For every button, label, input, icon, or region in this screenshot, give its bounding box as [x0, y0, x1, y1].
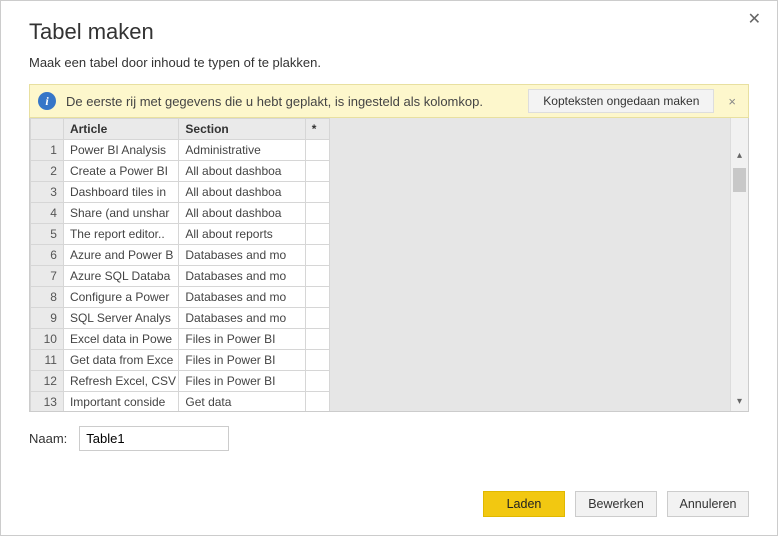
table-row[interactable]: 5The report editor..All about reports — [31, 224, 330, 245]
section-cell[interactable]: All about reports — [179, 224, 305, 245]
row-number-cell: 7 — [31, 266, 64, 287]
button-row: Laden Bewerken Annuleren — [29, 469, 749, 517]
row-number-cell: 12 — [31, 371, 64, 392]
table-row[interactable]: 9SQL Server AnalysDatabases and mo — [31, 308, 330, 329]
article-cell[interactable]: Power BI Analysis — [63, 140, 178, 161]
section-cell[interactable]: Databases and mo — [179, 245, 305, 266]
row-number-cell: 9 — [31, 308, 64, 329]
section-cell[interactable]: Administrative — [179, 140, 305, 161]
row-number-cell: 1 — [31, 140, 64, 161]
table-row[interactable]: 13Important consideGet data — [31, 392, 330, 412]
row-number-cell: 5 — [31, 224, 64, 245]
empty-cell[interactable] — [305, 182, 329, 203]
article-cell[interactable]: Azure and Power B — [63, 245, 178, 266]
section-cell[interactable]: Databases and mo — [179, 266, 305, 287]
empty-cell[interactable] — [305, 287, 329, 308]
section-cell[interactable]: Databases and mo — [179, 308, 305, 329]
table-row[interactable]: 8Configure a PowerDatabases and mo — [31, 287, 330, 308]
cancel-button[interactable]: Annuleren — [667, 491, 749, 517]
empty-cell[interactable] — [305, 161, 329, 182]
section-cell[interactable]: Files in Power BI — [179, 371, 305, 392]
article-cell[interactable]: Azure SQL Databa — [63, 266, 178, 287]
article-cell[interactable]: Share (and unshar — [63, 203, 178, 224]
section-cell[interactable]: All about dashboa — [179, 203, 305, 224]
empty-cell[interactable] — [305, 203, 329, 224]
article-cell[interactable]: Important conside — [63, 392, 178, 412]
empty-cell[interactable] — [305, 140, 329, 161]
article-cell[interactable]: The report editor.. — [63, 224, 178, 245]
table-row[interactable]: 1Power BI AnalysisAdministrative — [31, 140, 330, 161]
empty-cell[interactable] — [305, 266, 329, 287]
row-number-cell: 6 — [31, 245, 64, 266]
row-number-cell: 2 — [31, 161, 64, 182]
section-cell[interactable]: Get data — [179, 392, 305, 412]
table-row[interactable]: 11Get data from ExceFiles in Power BI — [31, 350, 330, 371]
table-container: Article Section * 1Power BI AnalysisAdmi… — [29, 118, 749, 412]
row-number-header — [31, 119, 64, 140]
article-cell[interactable]: Dashboard tiles in — [63, 182, 178, 203]
table-row[interactable]: 4Share (and unsharAll about dashboa — [31, 203, 330, 224]
table-row[interactable]: 10Excel data in PoweFiles in Power BI — [31, 329, 330, 350]
column-header-article[interactable]: Article — [63, 119, 178, 140]
undo-headers-button[interactable]: Kopteksten ongedaan maken — [528, 89, 714, 113]
article-cell[interactable]: Get data from Exce — [63, 350, 178, 371]
article-cell[interactable]: Configure a Power — [63, 287, 178, 308]
scrollbar-thumb[interactable] — [733, 168, 746, 192]
article-cell[interactable]: Excel data in Powe — [63, 329, 178, 350]
section-cell[interactable]: Files in Power BI — [179, 329, 305, 350]
dialog-title: Tabel maken — [29, 19, 749, 45]
section-cell[interactable]: Files in Power BI — [179, 350, 305, 371]
scroll-down-icon[interactable]: ▾ — [731, 394, 748, 409]
column-header-add[interactable]: * — [305, 119, 329, 140]
empty-cell[interactable] — [305, 224, 329, 245]
scroll-up-icon[interactable]: ▴ — [731, 148, 748, 163]
table-scroll-area[interactable]: Article Section * 1Power BI AnalysisAdmi… — [30, 118, 730, 411]
table-row[interactable]: 2Create a Power BIAll about dashboa — [31, 161, 330, 182]
edit-button[interactable]: Bewerken — [575, 491, 657, 517]
article-cell[interactable]: Refresh Excel, CSV — [63, 371, 178, 392]
empty-cell[interactable] — [305, 308, 329, 329]
info-close-icon[interactable]: × — [724, 94, 740, 109]
article-cell[interactable]: SQL Server Analys — [63, 308, 178, 329]
table-row[interactable]: 7Azure SQL DatabaDatabases and mo — [31, 266, 330, 287]
row-number-cell: 13 — [31, 392, 64, 412]
info-icon: i — [38, 92, 56, 110]
article-cell[interactable]: Create a Power BI — [63, 161, 178, 182]
dialog-subtitle: Maak een tabel door inhoud te typen of t… — [29, 55, 749, 70]
table-row[interactable]: 6Azure and Power BDatabases and mo — [31, 245, 330, 266]
load-button[interactable]: Laden — [483, 491, 565, 517]
empty-cell[interactable] — [305, 245, 329, 266]
vertical-scrollbar[interactable]: ▴ ▾ — [730, 118, 748, 411]
section-cell[interactable]: Databases and mo — [179, 287, 305, 308]
empty-cell[interactable] — [305, 392, 329, 412]
section-cell[interactable]: All about dashboa — [179, 161, 305, 182]
row-number-cell: 11 — [31, 350, 64, 371]
row-number-cell: 3 — [31, 182, 64, 203]
section-cell[interactable]: All about dashboa — [179, 182, 305, 203]
table-header-row: Article Section * — [31, 119, 330, 140]
info-bar: i De eerste rij met gegevens die u hebt … — [29, 84, 749, 118]
dialog: Tabel maken Maak een tabel door inhoud t… — [1, 1, 777, 535]
empty-cell[interactable] — [305, 371, 329, 392]
table-row[interactable]: 3Dashboard tiles inAll about dashboa — [31, 182, 330, 203]
info-text: De eerste rij met gegevens die u hebt ge… — [66, 94, 518, 109]
row-number-cell: 4 — [31, 203, 64, 224]
empty-cell[interactable] — [305, 350, 329, 371]
close-icon[interactable]: ✕ — [742, 7, 767, 31]
name-label: Naam: — [29, 431, 67, 446]
table-row[interactable]: 12Refresh Excel, CSVFiles in Power BI — [31, 371, 330, 392]
empty-cell[interactable] — [305, 329, 329, 350]
column-header-section[interactable]: Section — [179, 119, 305, 140]
row-number-cell: 10 — [31, 329, 64, 350]
name-input[interactable] — [79, 426, 229, 451]
name-row: Naam: — [29, 426, 749, 451]
data-table[interactable]: Article Section * 1Power BI AnalysisAdmi… — [30, 118, 330, 411]
row-number-cell: 8 — [31, 287, 64, 308]
